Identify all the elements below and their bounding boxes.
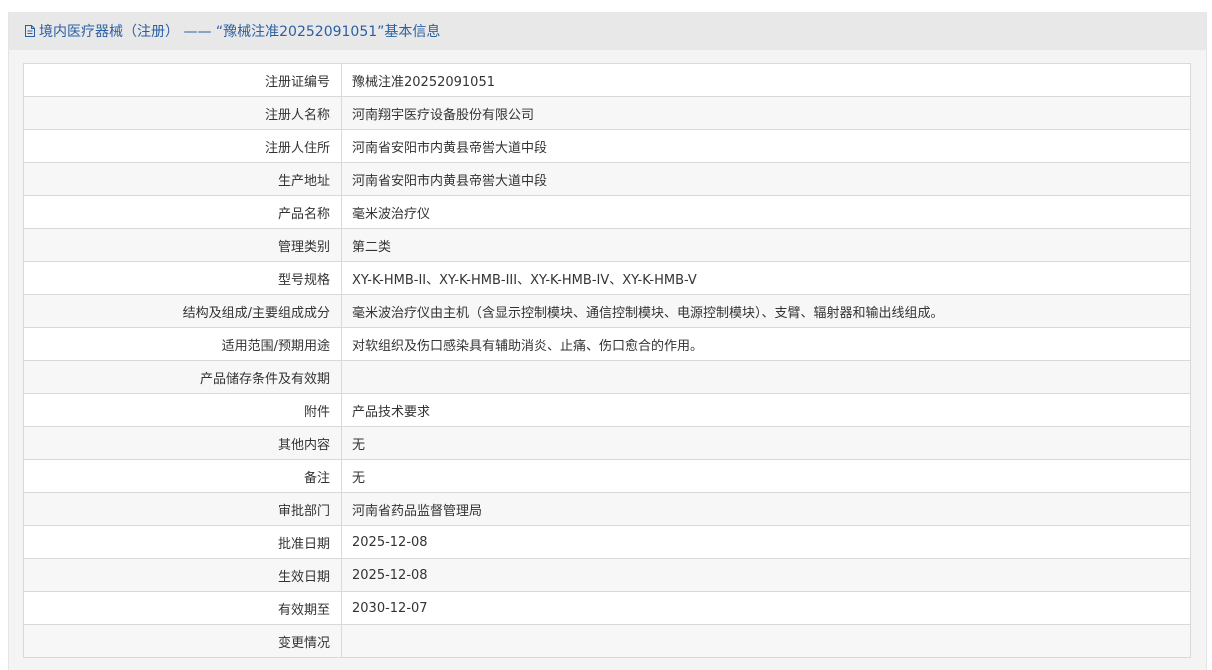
table-row: 产品名称 毫米波治疗仪: [23, 195, 1191, 229]
table-row: 产品储存条件及有效期: [23, 360, 1191, 394]
table-row: 型号规格 XY-K-HMB-II、XY-K-HMB-III、XY-K-HMB-I…: [23, 261, 1191, 295]
row-value: 河南省安阳市内黄县帝喾大道中段: [341, 162, 1191, 196]
row-label: 型号规格: [23, 261, 342, 295]
row-label: 备注: [23, 459, 342, 493]
row-value: 河南省安阳市内黄县帝喾大道中段: [341, 129, 1191, 163]
row-value: XY-K-HMB-II、XY-K-HMB-III、XY-K-HMB-IV、XY-…: [341, 261, 1191, 295]
row-value: 2025-12-08: [341, 558, 1191, 592]
row-label: 附件: [23, 393, 342, 427]
table-row: 生效日期 2025-12-08: [23, 558, 1191, 592]
row-label: 适用范围/预期用途: [23, 327, 342, 361]
row-label: 生产地址: [23, 162, 342, 196]
row-value: [341, 360, 1191, 394]
row-label: 生效日期: [23, 558, 342, 592]
table-row: 适用范围/预期用途 对软组织及伤口感染具有辅助消炎、止痛、伤口愈合的作用。: [23, 327, 1191, 361]
table-row: 管理类别 第二类: [23, 228, 1191, 262]
table-row: 注册人住所 河南省安阳市内黄县帝喾大道中段: [23, 129, 1191, 163]
row-label: 变更情况: [23, 624, 342, 658]
row-value: 对软组织及伤口感染具有辅助消炎、止痛、伤口愈合的作用。: [341, 327, 1191, 361]
row-label: 注册人住所: [23, 129, 342, 163]
row-label: 有效期至: [23, 591, 342, 625]
row-label: 产品储存条件及有效期: [23, 360, 342, 394]
row-label: 其他内容: [23, 426, 342, 460]
row-value: 毫米波治疗仪由主机（含显示控制模块、通信控制模块、电源控制模块）、支臂、辐射器和…: [341, 294, 1191, 328]
table-row: 备注 无: [23, 459, 1191, 493]
table-row: 其他内容 无: [23, 426, 1191, 460]
document-icon: [23, 24, 37, 38]
detail-panel: 境内医疗器械（注册） —— “豫械注准20252091051”基本信息 注册证编…: [8, 12, 1207, 670]
row-label: 批准日期: [23, 525, 342, 559]
table-row: 注册证编号 豫械注准20252091051: [23, 63, 1191, 97]
row-value: 第二类: [341, 228, 1191, 262]
table-row: 附件 产品技术要求: [23, 393, 1191, 427]
row-label: 注册证编号: [23, 63, 342, 97]
table-row: 结构及组成/主要组成成分 毫米波治疗仪由主机（含显示控制模块、通信控制模块、电源…: [23, 294, 1191, 328]
panel-title: 境内医疗器械（注册） —— “豫械注准20252091051”基本信息: [39, 24, 441, 40]
row-label: 产品名称: [23, 195, 342, 229]
row-label: 审批部门: [23, 492, 342, 526]
row-value: 无: [341, 426, 1191, 460]
table-row: 批准日期 2025-12-08: [23, 525, 1191, 559]
panel-header: 境内医疗器械（注册） —— “豫械注准20252091051”基本信息: [9, 12, 1206, 50]
row-value: 毫米波治疗仪: [341, 195, 1191, 229]
table-row: 生产地址 河南省安阳市内黄县帝喾大道中段: [23, 162, 1191, 196]
table-row: 审批部门 河南省药品监督管理局: [23, 492, 1191, 526]
row-value: 豫械注准20252091051: [341, 63, 1191, 97]
row-label: 注册人名称: [23, 96, 342, 130]
row-label: 管理类别: [23, 228, 342, 262]
row-value: 无: [341, 459, 1191, 493]
row-value: 2030-12-07: [341, 591, 1191, 625]
row-value: 河南省药品监督管理局: [341, 492, 1191, 526]
table-row: 有效期至 2030-12-07: [23, 591, 1191, 625]
row-value: 2025-12-08: [341, 525, 1191, 559]
table-row: 变更情况: [23, 624, 1191, 658]
row-value: [341, 624, 1191, 658]
row-label: 结构及组成/主要组成成分: [23, 294, 342, 328]
info-table-wrap: 注册证编号 豫械注准20252091051 注册人名称 河南翔宇医疗设备股份有限…: [23, 63, 1191, 658]
info-table: 注册证编号 豫械注准20252091051 注册人名称 河南翔宇医疗设备股份有限…: [23, 63, 1191, 658]
row-value: 河南翔宇医疗设备股份有限公司: [341, 96, 1191, 130]
table-row: 注册人名称 河南翔宇医疗设备股份有限公司: [23, 96, 1191, 130]
row-value: 产品技术要求: [341, 393, 1191, 427]
